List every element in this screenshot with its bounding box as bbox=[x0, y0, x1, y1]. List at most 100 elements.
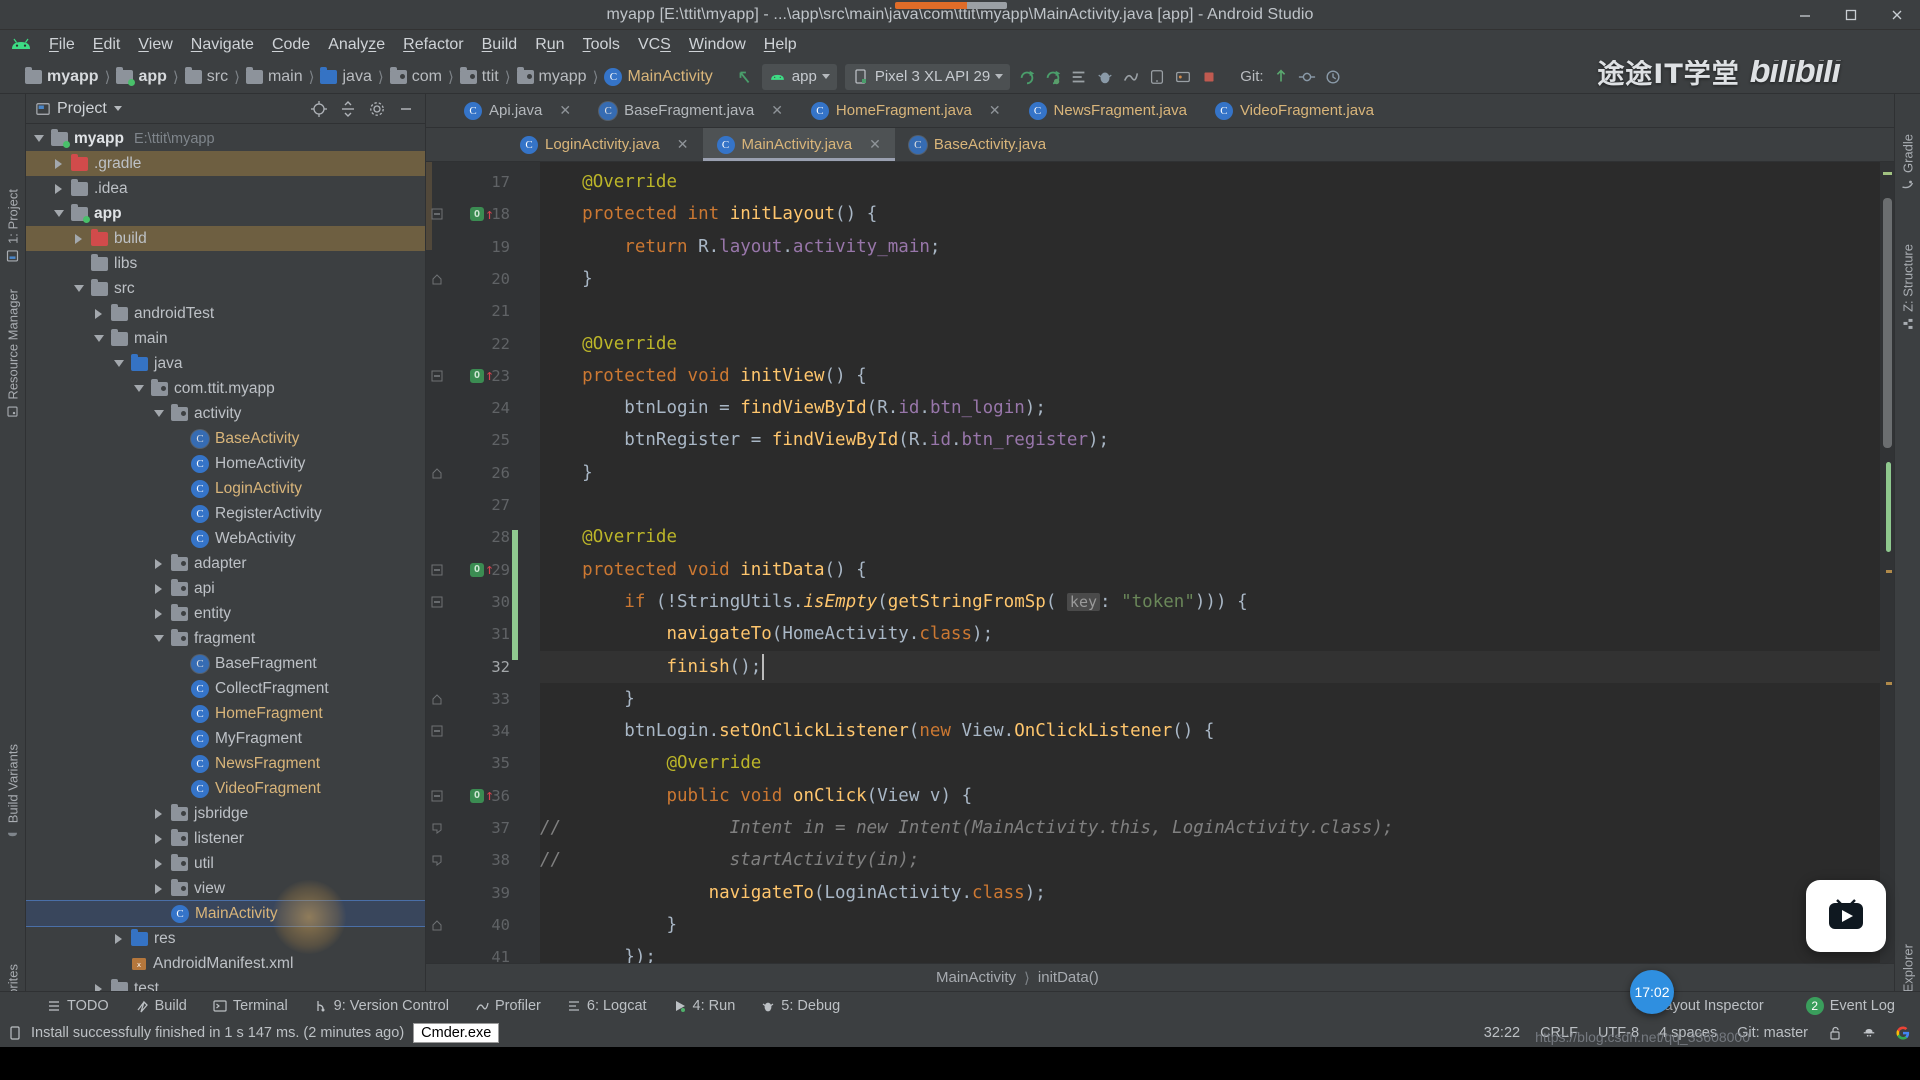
scroll-from-source-icon[interactable] bbox=[308, 98, 330, 120]
editor-tab-mainactivity-java[interactable]: C MainActivity.java ✕ bbox=[702, 128, 896, 161]
hide-panel-icon[interactable] bbox=[395, 98, 417, 120]
tree-item-java[interactable]: java bbox=[26, 351, 425, 376]
code-line[interactable]: } bbox=[540, 683, 635, 715]
menu-window[interactable]: Window bbox=[680, 33, 755, 57]
fold-comment-icon[interactable] bbox=[426, 812, 448, 844]
bottom-item-logcat[interactable]: 6: Logcat bbox=[554, 998, 660, 1014]
breadcrumb-src[interactable]: src bbox=[182, 66, 231, 86]
device-selector[interactable]: Pixel 3 XL API 29 bbox=[844, 63, 1011, 90]
editor-tab-homefragment-java[interactable]: C HomeFragment.java ✕ bbox=[797, 94, 1015, 127]
close-tab-icon[interactable]: ✕ bbox=[869, 136, 881, 153]
breadcrumb-app[interactable]: app bbox=[113, 66, 169, 86]
editor-tabs-row-1[interactable]: C Api.java ✕ C BaseFragment.java ✕ C HomeFragme… bbox=[426, 94, 1894, 128]
error-stripe[interactable] bbox=[1880, 162, 1894, 963]
close-tab-icon[interactable]: ✕ bbox=[559, 102, 571, 119]
minimize-button[interactable] bbox=[1782, 0, 1828, 30]
override-method-gutter-icon[interactable]: O ↑ bbox=[470, 198, 504, 230]
fold-end-icon[interactable] bbox=[426, 909, 448, 941]
code-line[interactable]: } bbox=[540, 457, 593, 489]
code-line[interactable]: btnLogin = findViewById(R.id.btn_login); bbox=[540, 392, 1046, 424]
rail-item-structure[interactable]: Z: Structure bbox=[1900, 244, 1915, 331]
fold-open-icon[interactable] bbox=[426, 554, 448, 586]
override-method-gutter-icon[interactable]: O ↑ bbox=[470, 554, 504, 586]
tree-item-entity[interactable]: entity bbox=[26, 601, 425, 626]
tree-item-com-ttit-myapp[interactable]: com.ttit.myapp bbox=[26, 376, 425, 401]
rail-item-project[interactable]: 1: Project bbox=[5, 189, 20, 263]
breadcrumb-method[interactable]: initData() bbox=[1038, 969, 1099, 986]
code-line[interactable]: protected void initData() { bbox=[540, 554, 867, 586]
code-line[interactable]: public void onClick(View v) { bbox=[540, 780, 972, 812]
floating-play-badge[interactable] bbox=[1806, 880, 1886, 952]
vcs-update-icon[interactable] bbox=[1272, 68, 1290, 86]
menu-analyze[interactable]: Analyze bbox=[319, 33, 394, 57]
tree-item-basefragment[interactable]: C BaseFragment bbox=[26, 651, 425, 676]
code-line[interactable]: // startActivity(in); bbox=[540, 844, 919, 876]
tree-item-loginactivity[interactable]: C LoginActivity bbox=[26, 476, 425, 501]
tree-item-homefragment[interactable]: C HomeFragment bbox=[26, 701, 425, 726]
apply-changes-icon[interactable] bbox=[1044, 68, 1062, 86]
code-folding-column[interactable] bbox=[431, 162, 540, 963]
code-line[interactable]: finish(); bbox=[540, 651, 761, 683]
fold-open-icon[interactable] bbox=[426, 780, 448, 812]
run-configuration-selector[interactable]: app bbox=[761, 63, 837, 90]
code-line[interactable]: @Override bbox=[540, 166, 677, 198]
tree-item-jsbridge[interactable]: jsbridge bbox=[26, 801, 425, 826]
breadcrumb-class[interactable]: MainActivity bbox=[936, 969, 1016, 986]
bottom-item-version-control[interactable]: 9: Version Control bbox=[301, 998, 462, 1014]
tree-item-util[interactable]: util bbox=[26, 851, 425, 876]
tree-item-homeactivity[interactable]: C HomeActivity bbox=[26, 451, 425, 476]
tree-item-main[interactable]: main bbox=[26, 326, 425, 351]
bottom-item-debug[interactable]: 5: Debug bbox=[748, 998, 853, 1014]
bottom-item-run[interactable]: 4: Run bbox=[660, 998, 749, 1014]
code-line[interactable]: } bbox=[540, 909, 677, 941]
code-editor[interactable]: 17 18 O ↑ 19 20 21 22 23 O ↑ 24 25 26 27 28 29 O ↑ 30 31 32 33… bbox=[426, 162, 1894, 963]
avd-manager-icon[interactable] bbox=[1148, 68, 1166, 86]
editor-tab-api-java[interactable]: C Api.java ✕ bbox=[450, 94, 585, 127]
code-line[interactable]: if (!StringUtils.isEmpty(getStringFromSp… bbox=[540, 586, 1247, 618]
code-line[interactable]: btnLogin.setOnClickListener(new View.OnC… bbox=[540, 715, 1214, 747]
maximize-button[interactable] bbox=[1828, 0, 1874, 30]
editor-tab-loginactivity-java[interactable]: C LoginActivity.java ✕ bbox=[506, 128, 703, 161]
close-tab-icon[interactable]: ✕ bbox=[677, 136, 689, 153]
code-line[interactable]: return R.layout.activity_main; bbox=[540, 231, 940, 263]
menu-vcs[interactable]: VCS bbox=[629, 33, 680, 57]
fold-end-icon[interactable] bbox=[426, 263, 448, 295]
tree-item--idea[interactable]: .idea bbox=[26, 176, 425, 201]
menu-view[interactable]: View bbox=[129, 33, 181, 57]
tree-item-src[interactable]: src bbox=[26, 276, 425, 301]
tree-item-listener[interactable]: listener bbox=[26, 826, 425, 851]
tree-item-fragment[interactable]: fragment bbox=[26, 626, 425, 651]
tree-item-collectfragment[interactable]: C CollectFragment bbox=[26, 676, 425, 701]
back-arrow-icon[interactable] bbox=[736, 68, 754, 86]
editor-tabs-row-2[interactable]: C LoginActivity.java ✕ C MainActivity.java ✕ C… bbox=[426, 128, 1894, 162]
breadcrumb-main[interactable]: main bbox=[243, 66, 306, 86]
tree-item-myfragment[interactable]: C MyFragment bbox=[26, 726, 425, 751]
tree-item-androidmanifest-xml[interactable]: x AndroidManifest.xml bbox=[26, 951, 425, 976]
code-line[interactable]: navigateTo(HomeActivity.class); bbox=[540, 618, 993, 650]
fold-end-icon[interactable] bbox=[426, 683, 448, 715]
close-tab-icon[interactable]: ✕ bbox=[771, 102, 783, 119]
close-tab-icon[interactable]: ✕ bbox=[989, 102, 1001, 119]
tree-item--gradle[interactable]: .gradle bbox=[26, 151, 425, 176]
tree-item-api[interactable]: api bbox=[26, 576, 425, 601]
run-button-icon[interactable] bbox=[1018, 68, 1036, 86]
tree-item-myapp[interactable]: myapp E:\ttit\myapp bbox=[26, 126, 425, 151]
menu-edit[interactable]: Edit bbox=[84, 33, 130, 57]
fold-open-icon[interactable] bbox=[426, 360, 448, 392]
bottom-item-profiler[interactable]: Profiler bbox=[462, 998, 554, 1014]
code-line[interactable]: protected int initLayout() { bbox=[540, 198, 877, 230]
tree-item-libs[interactable]: libs bbox=[26, 251, 425, 276]
stop-icon[interactable] bbox=[1200, 68, 1218, 86]
tree-item-res[interactable]: res bbox=[26, 926, 425, 951]
breadcrumb-ttit[interactable]: ttit bbox=[457, 66, 502, 86]
code-line[interactable]: protected void initView() { bbox=[540, 360, 867, 392]
tree-item-build[interactable]: build bbox=[26, 226, 425, 251]
code-line[interactable]: // Intent in = new Intent(MainActivity.t… bbox=[540, 812, 1393, 844]
code-line[interactable]: @Override bbox=[540, 328, 677, 360]
code-content[interactable]: @Override protected int initLayout() { r… bbox=[540, 162, 1880, 963]
editor-tab-basefragment-java[interactable]: C BaseFragment.java ✕ bbox=[585, 94, 797, 127]
tree-item-registeractivity[interactable]: C RegisterActivity bbox=[26, 501, 425, 526]
tree-item-adapter[interactable]: adapter bbox=[26, 551, 425, 576]
google-icon[interactable] bbox=[1896, 1026, 1910, 1040]
rail-item-resource-manager[interactable]: Resource Manager bbox=[5, 289, 20, 419]
